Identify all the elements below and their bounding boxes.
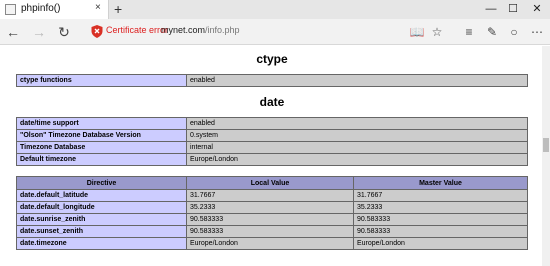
directive-name: date.default_longitude <box>16 201 187 214</box>
refresh-icon[interactable]: ↻ <box>55 23 73 41</box>
row-value: Europe/London <box>186 153 528 166</box>
favorite-star-icon[interactable]: ☆ <box>428 23 446 41</box>
table-row: ctype functions enabled <box>16 74 528 87</box>
local-value: 35.2333 <box>186 201 354 214</box>
table-row: date.default_longitude 35.2333 35.2333 <box>16 201 528 214</box>
table-row: "Olson" Timezone Database Version 0.syst… <box>16 129 528 142</box>
hub-icon[interactable]: ≡ <box>460 23 478 41</box>
directive-name: date.sunrise_zenith <box>16 213 187 226</box>
section-title-ctype: ctype <box>256 52 288 66</box>
row-value: enabled <box>186 74 528 87</box>
window-close-icon[interactable]: ✕ <box>525 0 549 19</box>
share-icon[interactable]: ○ <box>505 23 523 41</box>
certificate-error-icon[interactable] <box>91 25 103 38</box>
minimize-icon[interactable]: — <box>479 0 503 19</box>
table-row: date.sunrise_zenith 90.583333 90.583333 <box>16 213 528 226</box>
table-row: date.timezone Europe/London Europe/Londo… <box>16 237 528 250</box>
new-tab-button[interactable]: + <box>114 0 122 19</box>
local-value: 90.583333 <box>186 225 354 238</box>
forward-arrow-icon[interactable]: → <box>30 23 48 41</box>
maximize-icon[interactable]: ☐ <box>501 0 525 19</box>
tab-bar: phpinfo() × + — ☐ ✕ <box>0 0 550 19</box>
column-header: Master Value <box>353 176 528 190</box>
table-row: date/time support enabled <box>16 117 528 130</box>
directive-name: date.sunset_zenith <box>16 225 187 238</box>
row-value: 0.system <box>186 129 528 142</box>
column-header: Local Value <box>186 176 354 190</box>
master-value: 31.7667 <box>353 189 528 202</box>
row-label: Default timezone <box>16 153 187 166</box>
date-directives-table: Directive Local Value Master Value date.… <box>16 176 528 250</box>
page-content: ctype ctype functions enabled date date/… <box>0 46 542 266</box>
scrollbar-thumb[interactable] <box>543 138 549 152</box>
browser-tab[interactable]: phpinfo() × <box>0 0 109 19</box>
table-row: date.sunset_zenith 90.583333 90.583333 <box>16 225 528 238</box>
navigation-bar: ← → ↻ Certificate error mynet.com/info.p… <box>0 19 550 45</box>
row-value: enabled <box>186 117 528 130</box>
back-arrow-icon[interactable]: ← <box>4 23 22 41</box>
master-value: 90.583333 <box>353 213 528 226</box>
vertical-scrollbar[interactable] <box>542 46 550 266</box>
tab-close-icon[interactable]: × <box>95 2 101 13</box>
row-label: Timezone Database <box>16 141 187 154</box>
directive-name: date.timezone <box>16 237 187 250</box>
url-path: /info.php <box>205 25 240 35</box>
master-value: Europe/London <box>353 237 528 250</box>
table-row: Timezone Database internal <box>16 141 528 154</box>
web-note-icon[interactable]: ✎ <box>483 23 501 41</box>
directive-name: date.default_latitude <box>16 189 187 202</box>
tab-title: phpinfo() <box>21 3 61 14</box>
more-icon[interactable]: ⋯ <box>528 23 546 41</box>
section-title-date: date <box>259 95 285 109</box>
local-value: 31.7667 <box>186 189 354 202</box>
table-row: Default timezone Europe/London <box>16 153 528 166</box>
row-value: internal <box>186 141 528 154</box>
url-host: mynet.com <box>161 25 206 35</box>
table-row: date.default_latitude 31.7667 31.7667 <box>16 189 528 202</box>
address-bar[interactable]: mynet.com/info.php <box>161 25 240 35</box>
row-label: "Olson" Timezone Database Version <box>16 129 187 142</box>
table-header-row: Directive Local Value Master Value <box>16 176 528 190</box>
ctype-table: ctype functions enabled <box>16 74 528 87</box>
certificate-error-label[interactable]: Certificate error <box>106 25 168 35</box>
page-icon <box>5 4 16 15</box>
column-header: Directive <box>16 176 187 190</box>
master-value: 90.583333 <box>353 225 528 238</box>
reading-view-icon[interactable]: 📖 <box>408 23 426 41</box>
local-value: 90.583333 <box>186 213 354 226</box>
local-value: Europe/London <box>186 237 354 250</box>
master-value: 35.2333 <box>353 201 528 214</box>
row-label: date/time support <box>16 117 187 130</box>
row-label: ctype functions <box>16 74 187 87</box>
date-info-table: date/time support enabled "Olson" Timezo… <box>16 117 528 166</box>
